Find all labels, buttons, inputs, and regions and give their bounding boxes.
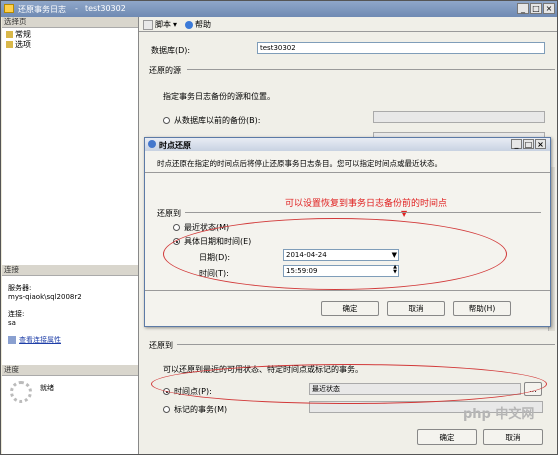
point-in-time-dialog: 时点还原 _ □ × 时点还原在指定的时间点后将停止还原事务日志条目。您可以指定… bbox=[144, 137, 551, 327]
select-page-header: 选择页 bbox=[2, 17, 138, 28]
script-button[interactable]: 脚本 ▾ bbox=[143, 19, 177, 30]
dialog-minimize-button[interactable]: _ bbox=[511, 139, 522, 149]
connection-header: 连接 bbox=[2, 265, 138, 276]
server-value: mys-qiaok\sql2008r2 bbox=[8, 293, 82, 301]
cancel-button[interactable]: 取消 bbox=[483, 429, 543, 445]
restore-to-divider bbox=[177, 344, 555, 345]
dialog-desc-divider bbox=[145, 172, 550, 173]
toolbar: 脚本 ▾ 帮助 bbox=[143, 19, 211, 30]
chevron-down-icon: ▾ bbox=[173, 20, 178, 29]
minimize-button[interactable]: _ bbox=[517, 3, 529, 14]
database-select[interactable]: test30302 bbox=[257, 42, 545, 54]
from-backup-option[interactable]: 从数据库以前的备份(B): bbox=[163, 115, 260, 126]
page-icon bbox=[6, 41, 13, 48]
view-connection-properties[interactable]: 查看连接属性 bbox=[8, 335, 61, 345]
properties-icon bbox=[8, 336, 16, 344]
script-icon bbox=[143, 19, 153, 30]
annotation-text: 可以设置恢复到事务日志备份前的时间点 bbox=[285, 199, 448, 209]
dialog-restore-to-header: 还原到 bbox=[157, 209, 181, 218]
main-title-bar: 还原事务日志 - test30302 _ □ × bbox=[1, 1, 557, 17]
progress-status: 就绪 bbox=[40, 384, 54, 392]
marked-tx-radio[interactable] bbox=[163, 406, 170, 413]
dialog-maximize-button[interactable]: □ bbox=[523, 139, 534, 149]
dialog-ok-button[interactable]: 确定 bbox=[321, 301, 379, 316]
restore-to-header: 还原到 bbox=[149, 341, 173, 350]
marked-tx-option[interactable]: 标记的事务(M) bbox=[163, 404, 227, 415]
maximize-button[interactable]: □ bbox=[530, 3, 542, 14]
left-panel: 选择页 常规 选项 连接 服务器: mys-qiaok\sql2008r2 连接… bbox=[2, 17, 139, 454]
dialog-title-bar: 时点还原 _ □ × bbox=[145, 138, 550, 151]
backup-select[interactable] bbox=[373, 111, 545, 123]
help-button[interactable]: 帮助 bbox=[185, 19, 211, 30]
annotation-arrow-icon: ▼ bbox=[401, 209, 408, 218]
server-label: 服务器: bbox=[8, 284, 32, 292]
source-desc: 指定事务日志备份的源和位置。 bbox=[163, 92, 275, 101]
watermark: php 中文网 bbox=[463, 407, 535, 422]
highlight-ellipse-dialog bbox=[163, 218, 507, 290]
dialog-title: 时点还原 bbox=[159, 141, 191, 150]
dialog-restore-divider bbox=[185, 212, 541, 213]
main-title-text: 还原事务日志 bbox=[18, 5, 66, 14]
connection-value: sa bbox=[8, 319, 16, 327]
close-button[interactable]: × bbox=[543, 3, 555, 14]
main-title-suffix: test30302 bbox=[85, 4, 126, 13]
from-backup-radio[interactable] bbox=[163, 117, 170, 124]
clock-icon bbox=[148, 140, 156, 148]
progress-spinner-icon bbox=[10, 381, 32, 403]
source-divider bbox=[187, 69, 555, 70]
help-icon bbox=[185, 20, 194, 29]
db-icon bbox=[4, 4, 14, 13]
dialog-help-button[interactable]: 帮助(H) bbox=[453, 301, 511, 316]
page-item-options[interactable]: 选项 bbox=[6, 39, 31, 50]
source-header: 还原的源 bbox=[149, 66, 181, 75]
database-label: 数据库(D): bbox=[151, 46, 191, 55]
highlight-ellipse-bottom bbox=[151, 364, 547, 404]
dialog-close-button[interactable]: × bbox=[535, 139, 546, 149]
dialog-button-divider bbox=[145, 290, 550, 291]
ok-button[interactable]: 确定 bbox=[417, 429, 477, 445]
toolbar-divider bbox=[139, 31, 557, 32]
restore-log-window: 还原事务日志 - test30302 _ □ × 选择页 常规 选项 连接 服务… bbox=[0, 0, 558, 455]
dialog-desc: 时点还原在指定的时间点后将停止还原事务日志条目。您可以指定时间点或最近状态。 bbox=[157, 159, 442, 168]
connection-label: 连接: bbox=[8, 310, 25, 318]
title-separator: - bbox=[75, 4, 78, 13]
latest-state-radio[interactable] bbox=[173, 224, 180, 231]
progress-header: 进度 bbox=[2, 365, 138, 376]
page-icon bbox=[6, 31, 13, 38]
dialog-cancel-button[interactable]: 取消 bbox=[387, 301, 445, 316]
